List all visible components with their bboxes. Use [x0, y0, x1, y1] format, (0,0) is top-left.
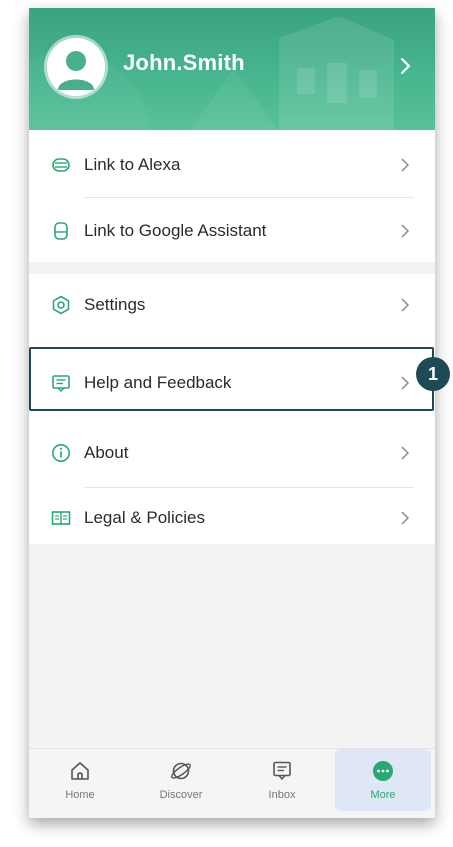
- tab-more[interactable]: More: [335, 749, 431, 811]
- phone-screen: John.Smith Link to Alexa Link to Google …: [29, 8, 435, 818]
- book-icon: [51, 511, 71, 525]
- tab-label: Inbox: [268, 789, 296, 801]
- menu-item-label: Link to Google Assistant: [84, 221, 267, 240]
- menu-item-link-google-assistant[interactable]: Link to Google Assistant: [29, 200, 435, 260]
- info-icon: [52, 444, 70, 462]
- chevron-right-icon: [401, 298, 409, 312]
- tab-label: More: [370, 789, 396, 801]
- menu-item-label: Legal & Policies: [84, 508, 205, 527]
- menu-item-label: About: [84, 443, 129, 462]
- inbox-icon: [273, 761, 291, 781]
- chevron-right-icon: [401, 446, 409, 460]
- chevron-right-icon: [401, 511, 409, 525]
- menu-item-about[interactable]: About: [29, 422, 435, 482]
- help-feedback-highlight: [29, 347, 434, 411]
- google-assistant-icon: [54, 222, 68, 240]
- chevron-right-icon[interactable]: [399, 54, 413, 78]
- tab-home[interactable]: Home: [32, 749, 128, 811]
- tab-discover[interactable]: Discover: [133, 749, 229, 811]
- tab-label: Home: [65, 789, 95, 801]
- bottom-tab-bar: Home Discover Inbox More: [29, 748, 435, 818]
- profile-header[interactable]: John.Smith: [29, 8, 435, 132]
- menu-item-label: Link to Alexa: [84, 155, 181, 174]
- menu-item-link-alexa[interactable]: Link to Alexa: [29, 134, 435, 194]
- chevron-right-icon: [401, 158, 409, 172]
- more-icon: [373, 761, 393, 781]
- divider: [84, 197, 414, 198]
- chevron-right-icon: [401, 224, 409, 238]
- discover-icon: [171, 762, 191, 780]
- avatar[interactable]: [47, 38, 105, 96]
- menu-item-label: Settings: [84, 295, 146, 314]
- menu-item-legal-policies[interactable]: Legal & Policies: [29, 487, 435, 547]
- username: John.Smith: [123, 50, 245, 75]
- alexa-icon: [52, 158, 70, 172]
- menu-item-settings[interactable]: Settings: [29, 274, 435, 334]
- integrations-card: Link to Alexa Link to Google Assistant: [29, 130, 435, 262]
- tab-inbox[interactable]: Inbox: [234, 749, 330, 811]
- callout-badge: 1: [416, 357, 450, 391]
- home-icon: [71, 762, 89, 780]
- settings-icon: [52, 295, 70, 315]
- tab-label: Discover: [159, 789, 203, 801]
